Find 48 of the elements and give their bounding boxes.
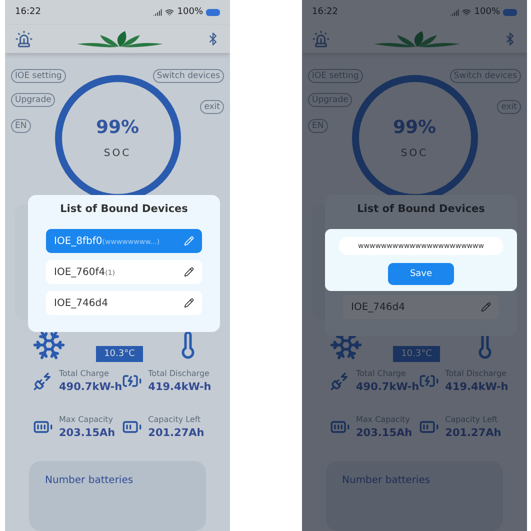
temperature-value: 10.3°C: [393, 346, 440, 362]
plug-icon: [33, 371, 53, 392]
device-name: IOE_746d4: [54, 298, 108, 308]
soc-value: 99%: [96, 117, 140, 138]
stat-value: 419.4kW-h: [148, 381, 212, 394]
device-name: IOE_746d4: [351, 302, 405, 312]
outline-button[interactable]: exit: [200, 100, 224, 114]
pencil-icon[interactable]: [184, 267, 194, 277]
device-item[interactable]: IOE_746d4: [46, 291, 202, 315]
outline-button[interactable]: IOE setting: [11, 69, 66, 84]
plug-icon: [330, 371, 350, 392]
wifi-icon: [165, 8, 174, 17]
stat-value: 419.4kW-h: [445, 381, 508, 394]
signal-icon: [153, 8, 162, 17]
signal-icon: [450, 8, 460, 17]
stat-label: Max Capacity: [59, 415, 114, 424]
wifi-icon: [462, 8, 472, 17]
outline-button[interactable]: EN: [11, 119, 31, 134]
stat-value: 203.15Ah: [59, 427, 116, 440]
stat-label: Total Discharge: [148, 369, 210, 378]
clock-text: 16:22: [15, 7, 41, 18]
soc-value: 99%: [392, 117, 436, 138]
battery-percent-text: 100%: [474, 7, 500, 18]
alarm-light-icon[interactable]: [312, 30, 330, 48]
save-button[interactable]: Save: [388, 263, 454, 285]
outline-button[interactable]: Switch devices: [152, 69, 224, 84]
stat-value: 203.15Ah: [356, 427, 412, 440]
stat-value: 490.7kW-h: [59, 381, 122, 394]
temperature-value: 10.3°C: [96, 346, 143, 362]
stat-label: Total Charge: [59, 369, 110, 378]
stat-value: 201.27Ah: [445, 427, 502, 440]
battery-icon: [206, 8, 220, 16]
stat-label: Capacity Left: [148, 415, 202, 424]
pencil-icon[interactable]: [184, 298, 194, 308]
soc-label: SOC: [104, 148, 132, 160]
device-item[interactable]: IOE_746d4: [343, 295, 499, 319]
dialog-title: List of Bound Devices: [60, 203, 188, 215]
clock-text: 16:22: [312, 7, 338, 18]
soc-label: SOC: [400, 148, 428, 160]
outline-button[interactable]: Upgrade: [11, 93, 56, 108]
battery-count-card: Number batteries: [326, 461, 503, 531]
dialog-title: List of Bound Devices: [357, 203, 485, 215]
battery-count-card: Number batteries: [29, 461, 206, 531]
stat-value: 201.27Ah: [148, 427, 204, 440]
battery-percent-text: 100%: [177, 7, 203, 18]
alarm-light-icon[interactable]: [15, 30, 33, 48]
battery-icon: [503, 8, 517, 16]
stat-value: 490.7kW-h: [356, 381, 420, 394]
